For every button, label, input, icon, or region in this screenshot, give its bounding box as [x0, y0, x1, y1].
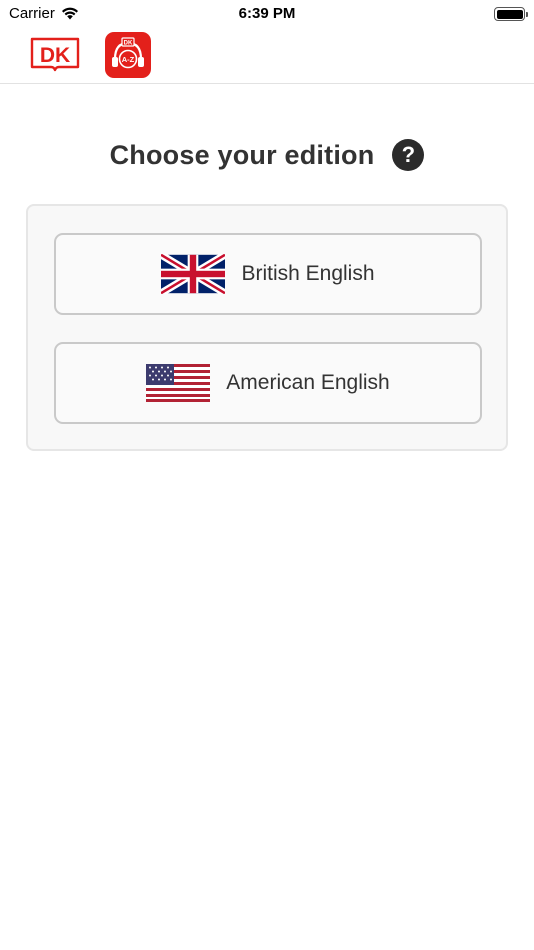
- page-title: Choose your edition: [109, 139, 375, 170]
- help-icon[interactable]: ?: [392, 139, 425, 171]
- american-english-button[interactable]: American English: [54, 342, 482, 424]
- us-flag-icon: [146, 364, 211, 402]
- dk-logo-text: DK: [40, 44, 70, 67]
- uk-flag-icon: [161, 254, 226, 294]
- app-icon-dk-text: DK: [124, 41, 133, 47]
- title-row: Choose your edition ?: [0, 132, 534, 178]
- american-english-label: American English: [226, 371, 390, 394]
- edition-card: British English American English: [26, 204, 508, 451]
- app-header: DK DK A-Z: [0, 28, 534, 84]
- dk-logo[interactable]: DK: [30, 36, 80, 74]
- headphones-icon: DK A-Z: [112, 37, 144, 69]
- battery-icon: [494, 7, 528, 21]
- status-time: 6:39 PM: [238, 5, 296, 22]
- app-icon[interactable]: DK A-Z: [105, 32, 151, 78]
- british-english-button[interactable]: British English: [54, 233, 482, 315]
- status-bar: Carrier 6:39 PM: [0, 0, 534, 28]
- british-english-label: British English: [241, 262, 375, 285]
- app-icon-text: A-Z: [122, 55, 135, 64]
